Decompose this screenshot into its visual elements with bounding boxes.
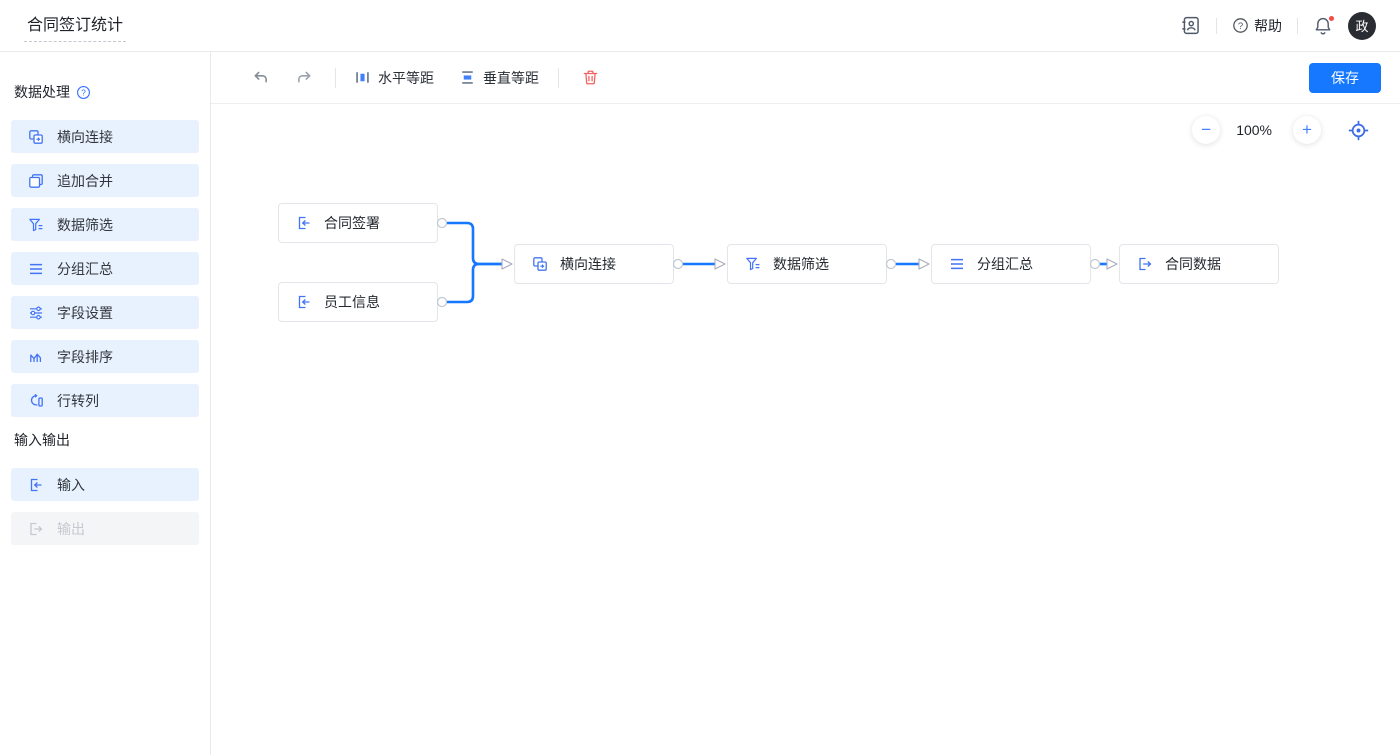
sidebar-item-label: 横向连接 [57, 128, 113, 145]
sidebar-section-title: 数据处理? [14, 82, 196, 102]
flow-node-label: 员工信息 [324, 294, 380, 310]
app-window: 合同签订统计 ? 帮助 政 数据处理? 横向连接 追加合并 数据筛选 分组汇总 字段设置字… [0, 0, 1400, 755]
append-icon [28, 173, 44, 189]
input-icon [296, 215, 312, 231]
sidebar-item-row-to-column[interactable]: 行转列 [11, 384, 199, 417]
flow-node-label: 合同数据 [1165, 256, 1221, 272]
sidebar-item-label: 行转列 [57, 392, 99, 409]
sidebar-item-label: 输入 [57, 476, 85, 493]
edge-arrowhead-icon [501, 258, 513, 270]
sidebar-item-label: 追加合并 [57, 172, 113, 189]
redo-button[interactable] [292, 66, 316, 90]
vertical-spacing-label: 垂直等距 [483, 69, 539, 86]
flow-edges-layer [436, 217, 1118, 308]
flow-node-employee-info[interactable]: 员工信息 [278, 282, 438, 322]
sidebar-item-input[interactable]: 输入 [11, 468, 199, 501]
zoom-in-button[interactable]: + [1293, 116, 1321, 144]
horizontal-spacing-button[interactable]: 水平等距 [355, 68, 434, 88]
contacts-icon[interactable] [1180, 15, 1201, 36]
toolbar-divider [558, 67, 559, 88]
filter-icon [28, 217, 44, 233]
filter-icon [745, 256, 761, 272]
svg-text:?: ? [1238, 21, 1243, 32]
toolbar-divider [335, 67, 336, 88]
flow-node-contract-data[interactable]: 合同数据 [1119, 244, 1279, 284]
vertical-spacing-icon [460, 70, 475, 85]
flow-edge [447, 221, 502, 266]
sidebar-item-horizontal-join[interactable]: 横向连接 [11, 120, 199, 153]
undo-button[interactable] [248, 66, 272, 90]
group-icon [949, 256, 965, 272]
notification-dot [1328, 14, 1335, 22]
edge-arrowhead-icon [714, 258, 726, 270]
sidebar: 数据处理? 横向连接 追加合并 数据筛选 分组汇总 字段设置 字段排序 行转列 输入输出 输入 输出 [0, 52, 211, 755]
flow-node-label: 横向连接 [560, 256, 616, 272]
flow-node-label: 分组汇总 [977, 256, 1033, 272]
node-output-port[interactable] [1089, 258, 1101, 270]
join-icon [28, 129, 44, 145]
svg-text:?: ? [81, 87, 86, 97]
node-output-port[interactable] [672, 258, 684, 270]
sidebar-item-field-settings[interactable]: 字段设置 [11, 296, 199, 329]
sidebar-item-label: 字段排序 [57, 348, 113, 365]
flow-node-label: 数据筛选 [773, 256, 829, 272]
page-title[interactable]: 合同签订统计 [24, 9, 127, 42]
node-output-port[interactable] [885, 258, 897, 270]
sidebar-item-data-filter[interactable]: 数据筛选 [11, 208, 199, 241]
sidebar-item-group-summary[interactable]: 分组汇总 [11, 252, 199, 285]
header-divider [1297, 17, 1298, 34]
output-icon [28, 521, 44, 537]
sidebar-item-label: 字段设置 [57, 304, 113, 321]
sidebar-item-label: 数据筛选 [57, 216, 113, 233]
sidebar-item-append-merge[interactable]: 追加合并 [11, 164, 199, 197]
group-icon [28, 261, 44, 277]
sidebar-item-label: 输出 [57, 520, 85, 537]
sidebar-item-field-sort[interactable]: 字段排序 [11, 340, 199, 373]
sidebar-item-output: 输出 [11, 512, 199, 545]
locate-center-icon[interactable] [1347, 119, 1370, 142]
flow-node-horizontal-join[interactable]: 横向连接 [514, 244, 674, 284]
body-row: 数据处理? 横向连接 追加合并 数据筛选 分组汇总 字段设置 字段排序 行转列 输入输出 输入 输出… [0, 52, 1400, 755]
flow-edge [447, 262, 502, 304]
join-icon [532, 256, 548, 272]
zoom-controls: − 100% + [1192, 116, 1370, 144]
flow-node-contract-sign[interactable]: 合同签署 [278, 203, 438, 243]
sidebar-item-label: 分组汇总 [57, 260, 113, 277]
help-label: 帮助 [1254, 17, 1282, 34]
main-panel: 水平等距 垂直等距 保存 合同签署员工信息 横向连接 数据筛选 分组汇总 合同数据 − … [211, 52, 1400, 755]
node-output-port[interactable] [436, 296, 448, 308]
row-to-column-icon [28, 393, 44, 409]
notifications-button[interactable] [1313, 14, 1335, 36]
canvas-toolbar: 水平等距 垂直等距 保存 [211, 52, 1400, 104]
edge-arrowhead-icon [918, 258, 930, 270]
header-actions: ? 帮助 政 [1180, 11, 1376, 40]
zoom-level: 100% [1236, 122, 1272, 138]
flow-node-data-filter[interactable]: 数据筛选 [727, 244, 887, 284]
delete-button[interactable] [578, 66, 602, 90]
flow-node-label: 合同签署 [324, 215, 380, 231]
horizontal-spacing-icon [355, 70, 370, 85]
flow-node-group-summary[interactable]: 分组汇总 [931, 244, 1091, 284]
edge-arrowhead-icon [1106, 258, 1118, 270]
output-icon [1137, 256, 1153, 272]
header: 合同签订统计 ? 帮助 政 [0, 0, 1400, 52]
save-button[interactable]: 保存 [1309, 63, 1381, 93]
node-output-port[interactable] [436, 217, 448, 229]
help-circle-icon: ? [1232, 17, 1249, 34]
flow-canvas[interactable]: 合同签署员工信息 横向连接 数据筛选 分组汇总 合同数据 − 100% + [211, 104, 1400, 755]
sidebar-section-title: 输入输出 [14, 432, 70, 448]
avatar[interactable]: 政 [1348, 11, 1376, 40]
input-icon [296, 294, 312, 310]
field-sort-icon [28, 349, 44, 365]
help-button[interactable]: ? 帮助 [1232, 16, 1282, 36]
horizontal-spacing-label: 水平等距 [378, 69, 434, 86]
input-icon [28, 477, 44, 493]
header-divider [1216, 17, 1217, 34]
vertical-spacing-button[interactable]: 垂直等距 [460, 68, 539, 88]
zoom-out-button[interactable]: − [1192, 116, 1221, 144]
field-settings-icon [28, 305, 44, 321]
